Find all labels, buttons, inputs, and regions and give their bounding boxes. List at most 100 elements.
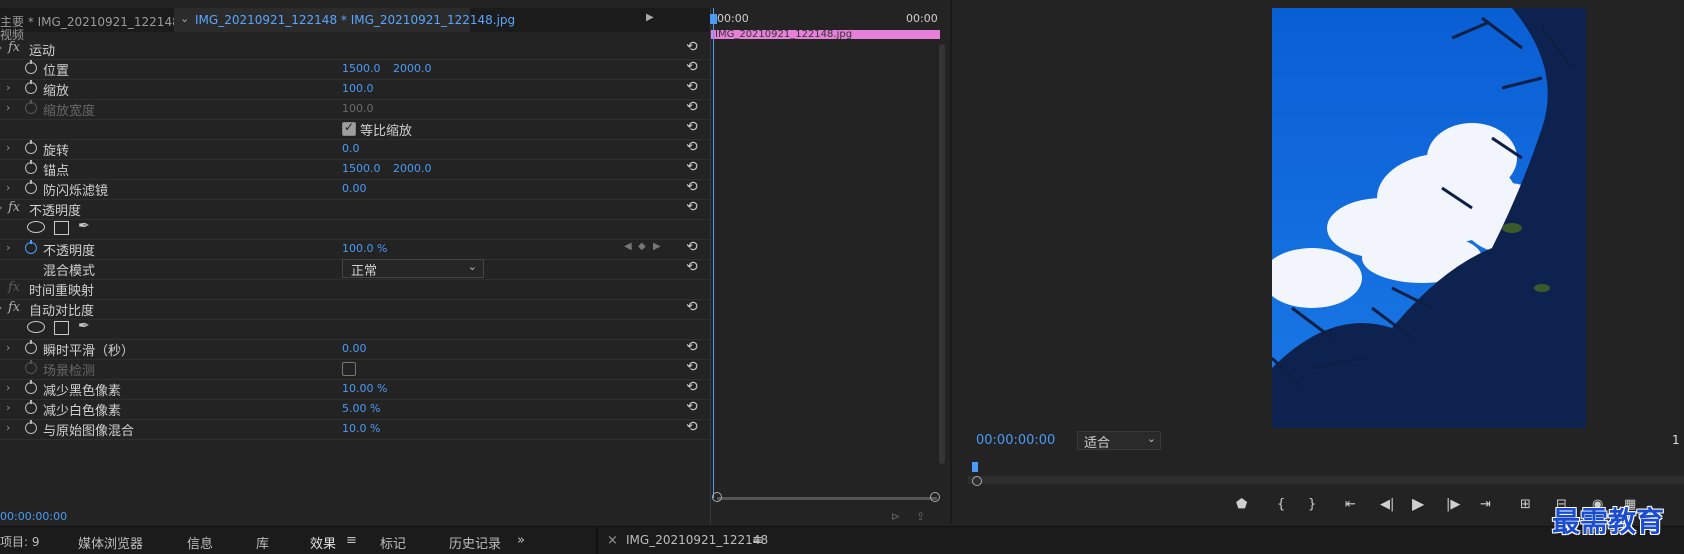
expand-icon[interactable]: › — [6, 81, 10, 94]
effect-controls-timecode[interactable]: 00:00:00:00 — [0, 510, 67, 523]
expand-icon[interactable]: › — [6, 401, 10, 414]
rotation-value[interactable]: 0.0 — [342, 142, 360, 155]
scale-value[interactable]: 100.0 — [342, 82, 374, 95]
stopwatch-icon[interactable] — [25, 400, 37, 414]
temporal-smoothing-value[interactable]: 0.00 — [342, 342, 367, 355]
stopwatch-icon[interactable] — [25, 240, 37, 254]
tab-media-browser[interactable]: 媒体浏览器 — [78, 533, 143, 552]
go-to-out-icon[interactable]: ⇥ — [1480, 497, 1491, 512]
reset-icon[interactable]: ⟲ — [686, 200, 700, 214]
anchor-y-value[interactable]: 2000.0 — [393, 162, 432, 175]
monitor-zoom-handle[interactable] — [972, 476, 982, 486]
position-y-value[interactable]: 2000.0 — [393, 62, 432, 75]
add-marker-icon[interactable]: ⬟ — [1236, 497, 1247, 512]
expand-icon[interactable]: › — [6, 181, 10, 194]
stopwatch-icon[interactable] — [25, 340, 37, 354]
step-back-icon[interactable]: ◀| — [1380, 497, 1394, 512]
play-icon[interactable]: ▶ — [1412, 494, 1424, 513]
fx-icon[interactable]: fx — [8, 200, 20, 215]
blend-original-value[interactable]: 10.0 % — [342, 422, 380, 435]
monitor-time-ruler[interactable] — [968, 462, 1684, 477]
tab-library[interactable]: 库 — [256, 533, 269, 552]
tab-markers[interactable]: 标记 — [380, 533, 406, 552]
scroll-handle-right[interactable] — [930, 492, 940, 502]
fx-icon[interactable]: fx — [8, 300, 20, 315]
stopwatch-icon[interactable] — [25, 180, 37, 194]
expand-icon[interactable]: › — [0, 301, 2, 314]
timeline-ruler[interactable]: 00:00 00:00 — [711, 8, 951, 30]
effect-time-remap-row[interactable]: fx 时间重映射 — [0, 278, 710, 300]
tab-project[interactable]: 项目: 9 — [0, 533, 40, 550]
reset-icon[interactable]: ⟲ — [686, 400, 700, 414]
tab-sequence[interactable]: IMG_20210921_122148 — [626, 533, 768, 547]
play-only-icon[interactable]: ▶ — [646, 12, 654, 23]
go-to-in-icon[interactable]: ⇤ — [1345, 497, 1356, 512]
horizontal-scrollbar[interactable] — [717, 497, 937, 500]
reset-icon[interactable]: ⟲ — [686, 420, 700, 434]
scene-detect-checkbox[interactable] — [342, 362, 356, 376]
reduce-white-value[interactable]: 5.00 % — [342, 402, 380, 415]
pen-mask-icon[interactable]: ✒ — [78, 218, 90, 234]
menu-icon[interactable]: ≡ — [752, 533, 763, 548]
tab-info[interactable]: 信息 — [187, 533, 213, 552]
chevron-down-icon[interactable]: ⌄ — [180, 12, 189, 25]
scroll-handle-left[interactable] — [712, 492, 722, 502]
filter-icon[interactable]: ⊳ — [891, 510, 900, 523]
effect-motion-row[interactable]: › fx 运动 ⟲ — [0, 38, 710, 60]
anchor-x-value[interactable]: 1500.0 — [342, 162, 381, 175]
rectangle-mask-icon[interactable] — [54, 221, 69, 235]
playhead[interactable] — [710, 8, 717, 498]
reset-icon[interactable]: ⟲ — [686, 60, 700, 74]
pen-mask-icon[interactable]: ✒ — [78, 318, 90, 334]
reset-icon[interactable]: ⟲ — [686, 140, 700, 154]
stopwatch-icon[interactable] — [25, 80, 37, 94]
lift-icon[interactable]: ⊞ — [1520, 497, 1531, 512]
reset-icon[interactable]: ⟲ — [686, 40, 700, 54]
reduce-black-value[interactable]: 10.00 % — [342, 382, 387, 395]
rectangle-mask-icon[interactable] — [54, 321, 69, 335]
reset-icon[interactable]: ⟲ — [686, 360, 700, 374]
close-icon[interactable]: × — [607, 533, 618, 548]
ellipse-mask-icon[interactable] — [27, 321, 45, 333]
add-keyframe-icon[interactable]: ◆ — [638, 241, 646, 252]
expand-icon[interactable]: › — [6, 101, 10, 114]
effect-auto-contrast-row[interactable]: › fx 自动对比度 ⟲ — [0, 298, 710, 320]
expand-icon[interactable]: › — [0, 41, 2, 54]
fx-icon[interactable]: fx — [8, 40, 20, 55]
tab-history[interactable]: 历史记录 — [449, 533, 501, 552]
reset-icon[interactable]: ⟲ — [686, 120, 700, 134]
reset-icon[interactable]: ⟲ — [686, 380, 700, 394]
stopwatch-icon[interactable] — [25, 140, 37, 154]
reset-icon[interactable]: ⟲ — [686, 260, 700, 274]
program-timecode[interactable]: 00:00:00:00 — [976, 433, 1055, 448]
stopwatch-icon[interactable] — [25, 160, 37, 174]
monitor-scrub-bar[interactable] — [968, 476, 1684, 484]
effect-opacity-row[interactable]: › fx 不透明度 ⟲ — [0, 198, 710, 220]
stopwatch-icon[interactable] — [25, 420, 37, 434]
reset-icon[interactable]: ⟲ — [686, 180, 700, 194]
expand-icon[interactable]: › — [6, 241, 10, 254]
expand-icon[interactable]: › — [6, 341, 10, 354]
monitor-playhead[interactable] — [972, 462, 978, 472]
resolution-select[interactable]: 1 — [1672, 433, 1680, 447]
reset-icon[interactable]: ⟲ — [686, 340, 700, 354]
reset-icon[interactable]: ⟲ — [686, 160, 700, 174]
zoom-fit-select[interactable]: 适合 ⌄ — [1077, 431, 1161, 451]
playhead-handle[interactable] — [710, 14, 717, 24]
expand-icon[interactable]: › — [6, 381, 10, 394]
opacity-value[interactable]: 100.0 % — [342, 242, 387, 255]
menu-icon[interactable]: ≡ — [346, 533, 357, 548]
tab-effects[interactable]: 效果 — [310, 533, 336, 552]
step-forward-icon[interactable]: |▶ — [1446, 497, 1460, 512]
expand-icon[interactable]: › — [6, 421, 10, 434]
export-icon[interactable]: ⇪ — [916, 510, 925, 523]
vertical-scrollbar[interactable] — [939, 44, 945, 464]
reset-icon[interactable]: ⟲ — [686, 240, 700, 254]
more-tabs-icon[interactable]: » — [517, 533, 525, 548]
clip-tab[interactable]: IMG_20210921_122148 * IMG_20210921_12214… — [195, 13, 515, 27]
next-keyframe-icon[interactable]: ▶ — [653, 241, 661, 252]
reset-icon[interactable]: ⟲ — [686, 100, 700, 114]
uniform-scale-checkbox[interactable] — [342, 120, 356, 136]
expand-icon[interactable]: › — [0, 201, 2, 214]
stopwatch-icon[interactable] — [25, 380, 37, 394]
